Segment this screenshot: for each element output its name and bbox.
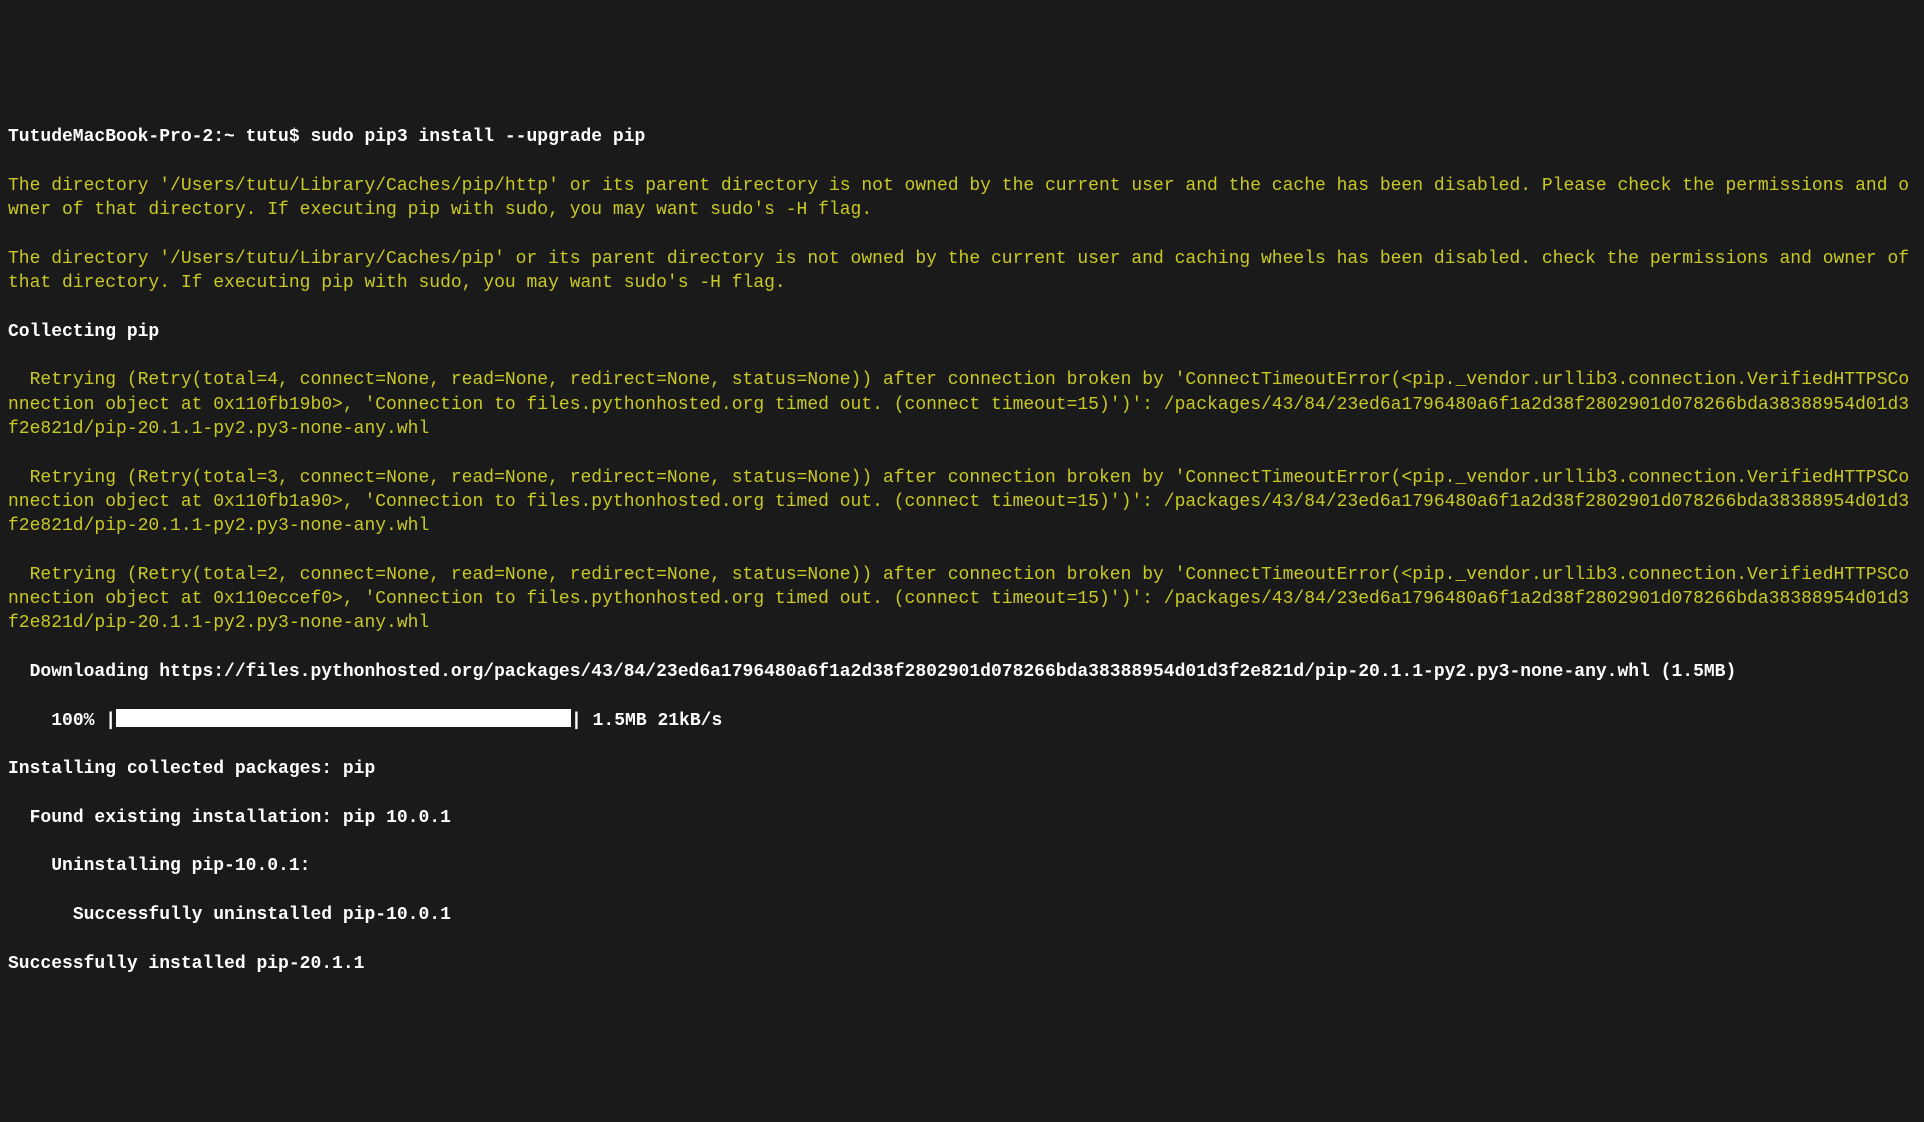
found-existing-line: Found existing installation: pip 10.0.1 [8,806,1916,830]
progress-percent: 100% | [8,711,116,731]
installing-line: Installing collected packages: pip [8,757,1916,781]
retry-line-1: Retrying (Retry(total=4, connect=None, r… [8,368,1916,441]
retry-line-3: Retrying (Retry(total=2, connect=None, r… [8,563,1916,636]
shell-prompt-line: TutudeMacBook-Pro-2:~ tutu$ sudo pip3 in… [8,125,1916,149]
collecting-line: Collecting pip [8,320,1916,344]
downloading-line: Downloading https://files.pythonhosted.o… [8,660,1916,684]
uninstalled-line: Successfully uninstalled pip-10.0.1 [8,903,1916,927]
progress-suffix: | 1.5MB 21kB/s [571,711,722,731]
progress-bar-fill [116,709,571,727]
terminal-output[interactable]: TutudeMacBook-Pro-2:~ tutu$ sudo pip3 in… [8,101,1916,1000]
pip-warning-cache-http: The directory '/Users/tutu/Library/Cache… [8,174,1916,223]
progress-line: 100% | | 1.5MB 21kB/s [8,709,1916,733]
pip-warning-cache-wheels: The directory '/Users/tutu/Library/Cache… [8,247,1916,296]
retry-line-2: Retrying (Retry(total=3, connect=None, r… [8,466,1916,539]
uninstalling-line: Uninstalling pip-10.0.1: [8,854,1916,878]
success-line: Successfully installed pip-20.1.1 [8,952,1916,976]
